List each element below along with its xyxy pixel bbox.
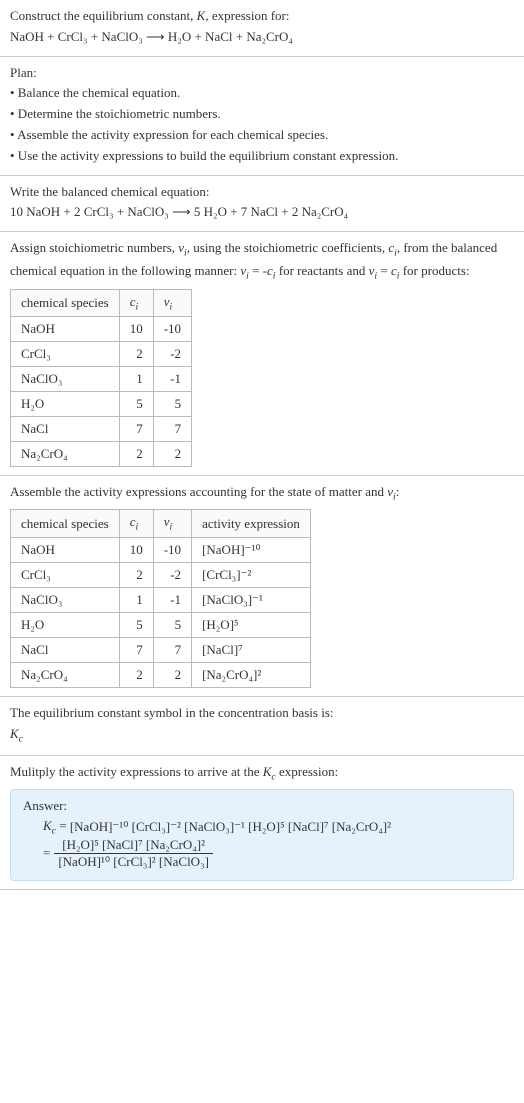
activity-table: chemical species ci νi activity expressi… — [10, 509, 311, 688]
section-final: Mulitply the activity expressions to arr… — [0, 756, 524, 890]
cell-species: Na₂CrO₄ — [11, 662, 120, 687]
cell-species: NaOH — [11, 537, 120, 562]
cell-ci: 10 — [119, 317, 153, 342]
kc-rhs-product: [NaOH]⁻¹⁰ [CrCl₃]⁻² [NaClO₃]⁻¹ [H₂O]⁵ [N… — [70, 819, 391, 835]
cell-vi: -2 — [153, 562, 191, 587]
cell-species: NaCl — [11, 417, 120, 442]
cell-species: CrCl₃ — [11, 562, 120, 587]
col-species: chemical species — [11, 289, 120, 317]
cell-ci: 1 — [119, 587, 153, 612]
cell-activity: [CrCl₃]⁻² — [192, 562, 311, 587]
table-row: CrCl₃2-2[CrCl₃]⁻² — [11, 562, 311, 587]
table-header-row: chemical species ci νi activity expressi… — [11, 510, 311, 538]
plan-item-4: • Use the activity expressions to build … — [10, 146, 514, 167]
section-kc-symbol: The equilibrium constant symbol in the c… — [0, 697, 524, 756]
cell-species: CrCl₃ — [11, 342, 120, 367]
cell-vi: -10 — [153, 537, 191, 562]
col-vi: νi — [153, 289, 191, 317]
cell-ci: 2 — [119, 562, 153, 587]
balanced-intro: Write the balanced chemical equation: — [10, 182, 514, 203]
table-row: NaClO₃1-1 — [11, 367, 192, 392]
stoich-table: chemical species ci νi NaOH10-10 CrCl₃2-… — [10, 289, 192, 468]
table-row: H₂O55[H₂O]⁵ — [11, 612, 311, 637]
col-ci: ci — [119, 289, 153, 317]
stoich-intro: Assign stoichiometric numbers, νi, using… — [10, 238, 514, 284]
cell-species: NaOH — [11, 317, 120, 342]
cell-ci: 7 — [119, 637, 153, 662]
cell-vi: 7 — [153, 637, 191, 662]
col-species: chemical species — [11, 510, 120, 538]
cell-ci: 1 — [119, 367, 153, 392]
cell-activity: [H₂O]⁵ — [192, 612, 311, 637]
cell-vi: 2 — [153, 662, 191, 687]
cell-vi: 5 — [153, 392, 191, 417]
table-row: NaOH10-10 — [11, 317, 192, 342]
plan-title: Plan: — [10, 63, 514, 84]
cell-ci: 10 — [119, 537, 153, 562]
cell-vi: -2 — [153, 342, 191, 367]
fraction-numerator: [H₂O]⁵ [NaCl]⁷ [Na₂CrO₄]² — [54, 837, 213, 853]
col-activity: activity expression — [192, 510, 311, 538]
table-row: Na₂CrO₄22[Na₂CrO₄]² — [11, 662, 311, 687]
plan-item-2: • Determine the stoichiometric numbers. — [10, 104, 514, 125]
cell-vi: -10 — [153, 317, 191, 342]
cell-ci: 2 — [119, 342, 153, 367]
cell-vi: -1 — [153, 587, 191, 612]
table-row: NaCl77 — [11, 417, 192, 442]
cell-species: H₂O — [11, 612, 120, 637]
kc-symbol: Kc — [10, 724, 514, 747]
cell-ci: 5 — [119, 392, 153, 417]
kc-expression-line2: = [H₂O]⁵ [NaCl]⁷ [Na₂CrO₄]² [NaOH]¹⁰ [Cr… — [43, 837, 501, 870]
answer-label: Answer: — [23, 798, 501, 814]
table-row: NaClO₃1-1[NaClO₃]⁻¹ — [11, 587, 311, 612]
intro-text: Construct the equilibrium constant, K, e… — [10, 6, 514, 27]
table-row: H₂O55 — [11, 392, 192, 417]
balanced-equation: 10 NaOH + 2 CrCl₃ + NaClO₃ ⟶ 5 H₂O + 7 N… — [10, 202, 514, 223]
cell-species: Na₂CrO₄ — [11, 442, 120, 467]
plan-item-3: • Assemble the activity expression for e… — [10, 125, 514, 146]
cell-ci: 5 — [119, 612, 153, 637]
cell-species: NaCl — [11, 637, 120, 662]
cell-species: NaClO₃ — [11, 367, 120, 392]
col-vi: νi — [153, 510, 191, 538]
eq-sign: = — [43, 845, 50, 861]
table-row: NaOH10-10[NaOH]⁻¹⁰ — [11, 537, 311, 562]
cell-activity: [Na₂CrO₄]² — [192, 662, 311, 687]
cell-vi: 7 — [153, 417, 191, 442]
cell-species: H₂O — [11, 392, 120, 417]
table-row: Na₂CrO₄22 — [11, 442, 192, 467]
cell-activity: [NaCl]⁷ — [192, 637, 311, 662]
table-header-row: chemical species ci νi — [11, 289, 192, 317]
cell-vi: -1 — [153, 367, 191, 392]
cell-activity: [NaOH]⁻¹⁰ — [192, 537, 311, 562]
kc-expression-line1: Kc = [NaOH]⁻¹⁰ [CrCl₃]⁻² [NaClO₃]⁻¹ [H₂O… — [43, 818, 501, 837]
activity-intro: Assemble the activity expressions accoun… — [10, 482, 514, 505]
cell-activity: [NaClO₃]⁻¹ — [192, 587, 311, 612]
unbalanced-equation: NaOH + CrCl₃ + NaClO₃ ⟶ H₂O + NaCl + Na₂… — [10, 27, 514, 48]
cell-species: NaClO₃ — [11, 587, 120, 612]
cell-vi: 2 — [153, 442, 191, 467]
plan-item-1: • Balance the chemical equation. — [10, 83, 514, 104]
cell-ci: 7 — [119, 417, 153, 442]
section-activity: Assemble the activity expressions accoun… — [0, 476, 524, 697]
col-ci: ci — [119, 510, 153, 538]
kc-lhs: Kc = — [43, 818, 70, 837]
table-row: CrCl₃2-2 — [11, 342, 192, 367]
fraction-denominator: [NaOH]¹⁰ [CrCl₃]² [NaClO₃] — [54, 853, 213, 870]
section-stoich: Assign stoichiometric numbers, νi, using… — [0, 232, 524, 476]
answer-box: Answer: Kc = [NaOH]⁻¹⁰ [CrCl₃]⁻² [NaClO₃… — [10, 789, 514, 881]
kc-fraction: [H₂O]⁵ [NaCl]⁷ [Na₂CrO₄]² [NaOH]¹⁰ [CrCl… — [54, 837, 213, 870]
section-intro: Construct the equilibrium constant, K, e… — [0, 0, 524, 57]
cell-vi: 5 — [153, 612, 191, 637]
section-plan: Plan: • Balance the chemical equation. •… — [0, 57, 524, 176]
kc-text: The equilibrium constant symbol in the c… — [10, 703, 514, 724]
cell-ci: 2 — [119, 662, 153, 687]
table-row: NaCl77[NaCl]⁷ — [11, 637, 311, 662]
cell-ci: 2 — [119, 442, 153, 467]
final-intro: Mulitply the activity expressions to arr… — [10, 762, 514, 785]
section-balanced: Write the balanced chemical equation: 10… — [0, 176, 524, 233]
